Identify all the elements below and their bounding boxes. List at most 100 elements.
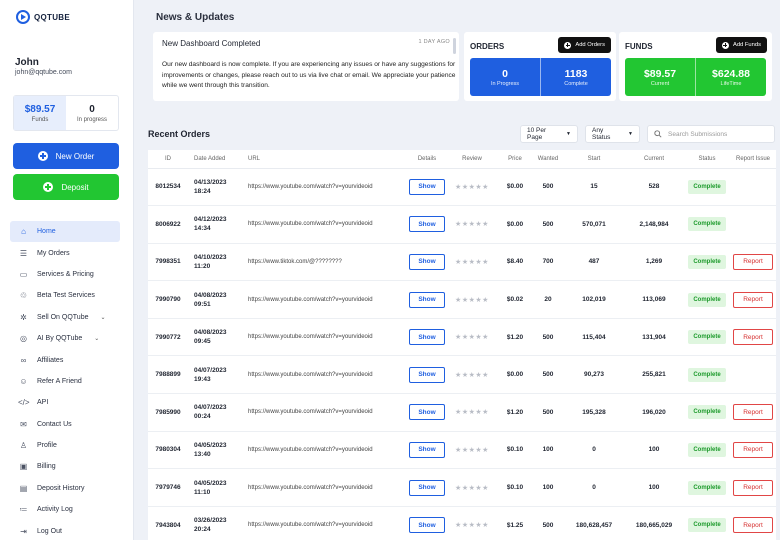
order-current: 196,020 [624, 393, 684, 432]
review-stars-icon[interactable]: ★★★★★ [455, 409, 489, 416]
review-cell: ★★★★★ [446, 243, 498, 282]
sidebar-item-label: Home [37, 228, 56, 236]
status-badge: Complete [688, 179, 726, 194]
sidebar-item-affiliates[interactable]: ∞ Affiliates [10, 349, 120, 370]
report-button[interactable]: Report [733, 479, 773, 496]
in-progress-label: In progress [76, 116, 107, 123]
sidebar-item-ai-by-qqtube[interactable]: ◎ AI By QQTube ⌄ [10, 328, 120, 349]
logo-text: QQTUBE [34, 12, 71, 22]
order-current: 100 [624, 431, 684, 470]
report-button[interactable]: Report [733, 291, 773, 308]
order-id: 7985990 [148, 393, 188, 432]
review-stars-icon[interactable]: ★★★★★ [455, 184, 489, 191]
report-cell: Report [730, 318, 776, 357]
table-body: 8012534 04/13/2023 18:24 https://www.youtub… [148, 168, 776, 540]
order-date-day: 04/08/2023 [194, 291, 227, 299]
status-filter-select[interactable]: Any Status ▼ [585, 125, 640, 143]
table-row: 7985990 04/07/2023 00:24 https://www.youtub… [148, 393, 776, 432]
review-stars-icon[interactable]: ★★★★★ [455, 485, 489, 492]
order-id: 7988899 [148, 355, 188, 395]
report-cell: Report [730, 393, 776, 432]
status-badge: Complete [688, 405, 726, 420]
details-cell: Show [408, 243, 446, 282]
show-details-button[interactable]: Show [409, 291, 445, 308]
sidebar-item-activity-log[interactable]: ≔ Activity Log [10, 499, 120, 520]
add-orders-button[interactable]: Add Orders [558, 37, 611, 53]
orders-in-progress-value: 0 [502, 67, 508, 80]
show-details-button[interactable]: Show [409, 479, 445, 496]
column-header: Start [564, 150, 624, 169]
report-button[interactable]: Report [733, 441, 773, 458]
report-button[interactable]: Report [733, 517, 773, 534]
new-order-button[interactable]: New Order [13, 143, 119, 169]
table-row: 7990790 04/08/2023 09:51 https://www.youtub… [148, 280, 776, 319]
review-stars-icon[interactable]: ★★★★★ [455, 297, 489, 304]
order-id: 8012534 [148, 168, 188, 207]
deposit-button[interactable]: Deposit [13, 174, 119, 200]
sidebar-item-api[interactable]: </> API [10, 392, 120, 413]
status-cell: Complete [684, 431, 730, 470]
column-header: URL [242, 150, 408, 169]
report-button[interactable]: Report [733, 329, 773, 346]
order-date-time: 18:24 [194, 187, 211, 195]
report-cell: Report [730, 243, 776, 282]
report-button[interactable]: Report [733, 253, 773, 270]
order-current: 528 [624, 168, 684, 207]
show-details-button[interactable]: Show [409, 366, 445, 383]
status-cell: Complete [684, 468, 730, 507]
sidebar-item-label: Contact Us [37, 420, 72, 428]
order-start: 0 [564, 431, 624, 470]
news-scrollbar[interactable] [453, 38, 456, 54]
per-page-select[interactable]: 10 Per Page ▼ [520, 125, 578, 143]
details-cell: Show [408, 280, 446, 319]
status-badge: Complete [688, 292, 726, 307]
review-stars-icon[interactable]: ★★★★★ [455, 221, 489, 228]
sidebar-item-profile[interactable]: ♙ Profile [10, 435, 120, 456]
chevron-down-icon: ⌄ [94, 336, 100, 343]
review-stars-icon[interactable]: ★★★★★ [455, 447, 489, 454]
order-date: 04/07/2023 00:24 [188, 393, 242, 432]
news-body: Our new dashboard is now complete. If yo… [162, 61, 456, 89]
sidebar-item-home[interactable]: ⌂ Home [10, 221, 120, 243]
show-details-button[interactable]: Show [409, 329, 445, 346]
details-cell: Show [408, 318, 446, 357]
sidebar-item-sell-on-qqtube[interactable]: ✲ Sell On QQTube ⌄ [10, 307, 120, 328]
order-date-time: 19:43 [194, 375, 211, 383]
sidebar-item-contact-us[interactable]: ✉ Contact Us [10, 414, 120, 435]
sidebar-item-beta-test-services[interactable]: ♲ Beta Test Services [10, 285, 120, 306]
add-funds-label: Add Funds [732, 42, 761, 48]
review-stars-icon[interactable]: ★★★★★ [455, 334, 489, 341]
show-details-button[interactable]: Show [409, 178, 445, 195]
order-current: 1,269 [624, 243, 684, 282]
sidebar-item-refer-a-friend[interactable]: ☺ Refer A Friend [10, 371, 120, 392]
sidebar-item-deposit-history[interactable]: ▤ Deposit History [10, 478, 120, 499]
show-details-button[interactable]: Show [409, 253, 445, 270]
review-stars-icon[interactable]: ★★★★★ [455, 259, 489, 266]
review-stars-icon[interactable]: ★★★★★ [455, 522, 489, 529]
show-details-button[interactable]: Show [409, 404, 445, 421]
details-cell: Show [408, 168, 446, 207]
sidebar-item-log-out[interactable]: ⇥ Log Out [10, 520, 120, 540]
add-funds-button[interactable]: Add Funds [715, 37, 767, 53]
lifetime-funds-metric: $624.88 LifeTime [695, 58, 766, 96]
sidebar-item-billing[interactable]: ▣ Billing [10, 456, 120, 477]
show-details-button[interactable]: Show [409, 517, 445, 534]
current-funds-label: Current [650, 80, 670, 87]
sidebar-item-label: Services & Pricing [37, 270, 94, 278]
order-id: 7990790 [148, 280, 188, 319]
show-details-button[interactable]: Show [409, 441, 445, 458]
sidebar-item-my-orders[interactable]: ☰ My Orders [10, 242, 120, 263]
order-current: 255,821 [624, 355, 684, 395]
sidebar-item-services-pricing[interactable]: ▭ Services & Pricing [10, 264, 120, 285]
report-button[interactable]: Report [733, 404, 773, 421]
status-cell: Complete [684, 280, 730, 319]
funds-stat: $89.57 Funds [14, 96, 66, 130]
show-details-button[interactable]: Show [409, 216, 445, 233]
table-row: 7990772 04/08/2023 09:45 https://www.youtub… [148, 318, 776, 357]
logo[interactable]: QQTUBE [16, 10, 70, 24]
report-cell [730, 168, 776, 207]
review-stars-icon[interactable]: ★★★★★ [455, 372, 489, 379]
order-url: https://www.youtube.com/watch?v=yourvide… [242, 468, 408, 507]
search-input[interactable]: Search Submissions [647, 125, 775, 143]
order-id: 7943804 [148, 506, 188, 540]
